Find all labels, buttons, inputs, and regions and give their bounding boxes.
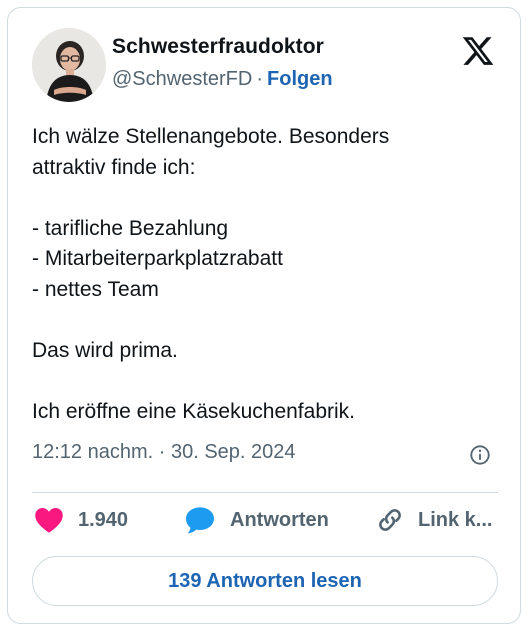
x-logo-icon[interactable] [461,34,495,68]
like-button[interactable]: 1.940 [34,504,128,536]
tweet-line: - Mitarbeiterparkplatzrabatt [32,247,283,270]
separator-dot: · [256,68,264,90]
follow-button[interactable]: Folgen [267,68,333,90]
speech-bubble-icon [186,507,214,534]
link-label: Link k... [418,508,493,531]
tweet-timestamp[interactable]: 12:12 nachm. · 30. Sep. 2024 [32,441,296,464]
like-count: 1.940 [78,508,129,531]
divider [32,492,498,493]
tweet-line [32,183,502,214]
reply-label: Antworten [230,508,329,531]
reply-button[interactable]: Antworten [184,504,329,536]
avatar-image [32,28,106,102]
tweet-line: - tarifliche Bezahlung [32,216,229,240]
read-replies-button[interactable]: 139 Antworten lesen [32,556,498,606]
link-chain-icon [379,509,401,531]
tweet-line [32,366,502,397]
tweet-card: Schwesterfraudoktor @SchwesterFD · Folgen … [7,7,521,624]
handle-line: @SchwesterFD · Folgen [112,68,333,91]
tweet-line: Ich wälze Stellenangebote. Besonders [32,125,390,148]
avatar[interactable] [32,28,106,102]
tweet-line [32,305,502,336]
display-name[interactable]: Schwesterfraudoktor [112,35,324,59]
heart-icon [35,508,63,533]
tweet-line: Ich eröffne eine Käsekuchenfabrik. [32,399,355,423]
info-icon[interactable] [469,444,491,466]
copy-link-button[interactable]: Link k... [376,504,492,536]
user-handle[interactable]: @SchwesterFD [112,68,252,90]
tweet-line: - nettes Team [32,277,159,301]
tweet-line: attraktiv finde ich: [32,155,196,179]
tweet-line: Das wird prima. [32,338,178,362]
tweet-text: Ich wälze Stellenangebote. Besonders att… [32,122,502,427]
